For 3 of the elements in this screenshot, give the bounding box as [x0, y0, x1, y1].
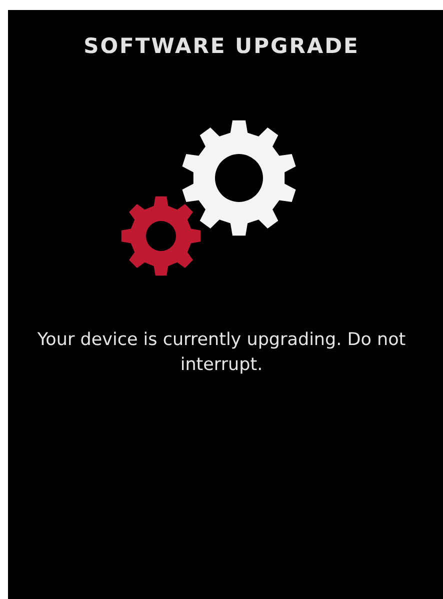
screen-title: SOFTWARE UPGRADE: [84, 34, 360, 58]
status-message: Your device is currently upgrading. Do not interrupt.: [36, 329, 406, 377]
gear-icon: [118, 194, 202, 278]
